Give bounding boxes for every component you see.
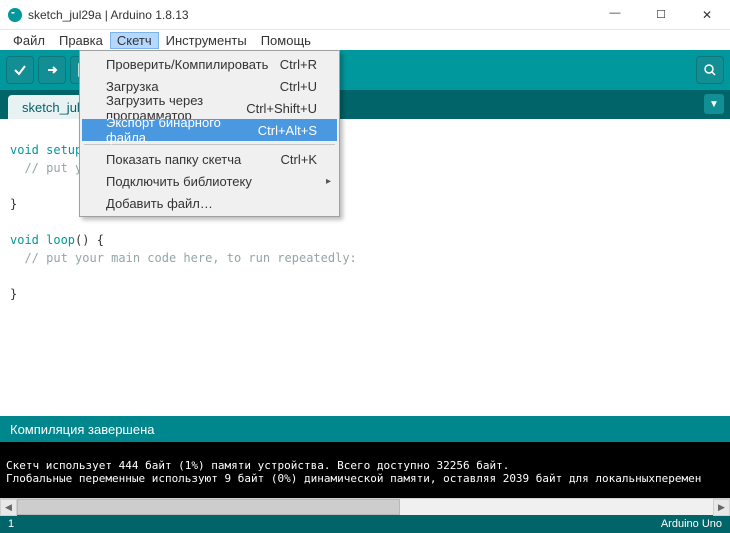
console-line: Скетч использует 444 байт (1%) памяти ус… <box>6 459 509 472</box>
menu-item-shortcut: Ctrl+R <box>280 57 317 72</box>
menu-file[interactable]: Файл <box>6 32 52 49</box>
status-message: Компиляция завершена <box>10 422 155 437</box>
menu-item-0[interactable]: Проверить/Компилировать Ctrl+R <box>82 53 337 75</box>
sketch-dropdown-menu: Проверить/Компилировать Ctrl+R Загрузка Ctr… <box>79 50 340 217</box>
status-bar: Компиляция завершена <box>0 416 730 442</box>
scroll-thumb[interactable] <box>17 499 400 515</box>
code-text: } <box>10 287 17 301</box>
code-text: } <box>10 197 17 211</box>
board-label: Arduino Uno <box>661 518 722 530</box>
menu-item-label: Показать папку скетча <box>106 152 241 167</box>
menu-item-label: Проверить/Компилировать <box>106 57 268 72</box>
upload-button[interactable] <box>38 56 66 84</box>
menu-item-shortcut: Ctrl+K <box>281 152 317 167</box>
menu-item-shortcut: Ctrl+Alt+S <box>258 123 317 138</box>
code-comment: // put your main code here, to run repea… <box>10 251 357 265</box>
menu-item-label: Экспорт бинарного файла <box>106 115 258 145</box>
menu-item-6[interactable]: Добавить файл… <box>82 192 337 214</box>
arduino-app-icon <box>8 8 22 22</box>
code-fn: loop <box>39 233 75 247</box>
menu-sketch[interactable]: Скетч <box>110 32 159 49</box>
line-number: 1 <box>8 518 14 530</box>
tab-menu-button[interactable]: ▼ <box>704 94 724 114</box>
code-comment: // put yo <box>10 161 89 175</box>
menu-item-shortcut: Ctrl+U <box>280 79 317 94</box>
code-fn: setup <box>39 143 82 157</box>
serial-monitor-button[interactable] <box>696 56 724 84</box>
scroll-track[interactable] <box>17 499 713 515</box>
verify-button[interactable] <box>6 56 34 84</box>
scroll-left-button[interactable]: ◀ <box>0 499 17 516</box>
code-kw: void <box>10 143 39 157</box>
menu-edit[interactable]: Правка <box>52 32 110 49</box>
menu-item-5[interactable]: Подключить библиотеку <box>82 170 337 192</box>
menu-item-shortcut: Ctrl+Shift+U <box>246 101 317 116</box>
window-title: sketch_jul29a | Arduino 1.8.13 <box>28 8 592 22</box>
code-kw: void <box>10 233 39 247</box>
console-output: Скетч использует 444 байт (1%) памяти ус… <box>0 442 730 498</box>
menu-item-3[interactable]: Экспорт бинарного файлаCtrl+Alt+S <box>82 119 337 141</box>
menu-item-label: Добавить файл… <box>106 196 213 211</box>
footer-bar: 1 Arduino Uno <box>0 515 730 533</box>
menu-tools[interactable]: Инструменты <box>159 32 254 49</box>
window-close-button[interactable] <box>684 0 730 29</box>
menu-item-label: Загрузка <box>106 79 159 94</box>
console-line: Глобальные переменные используют 9 байт … <box>6 472 701 485</box>
scroll-right-button[interactable]: ▶ <box>713 499 730 516</box>
window-minimize-button[interactable] <box>592 0 638 29</box>
menu-item-4[interactable]: Показать папку скетча Ctrl+K <box>82 148 337 170</box>
menu-item-label: Подключить библиотеку <box>106 174 252 189</box>
code-text: () { <box>75 233 104 247</box>
console-scrollbar[interactable]: ◀ ▶ <box>0 498 730 515</box>
window-maximize-button[interactable] <box>638 0 684 29</box>
menu-help[interactable]: Помощь <box>254 32 318 49</box>
menu-bar: Файл Правка Скетч Инструменты Помощь <box>0 30 730 50</box>
title-bar: sketch_jul29a | Arduino 1.8.13 <box>0 0 730 30</box>
